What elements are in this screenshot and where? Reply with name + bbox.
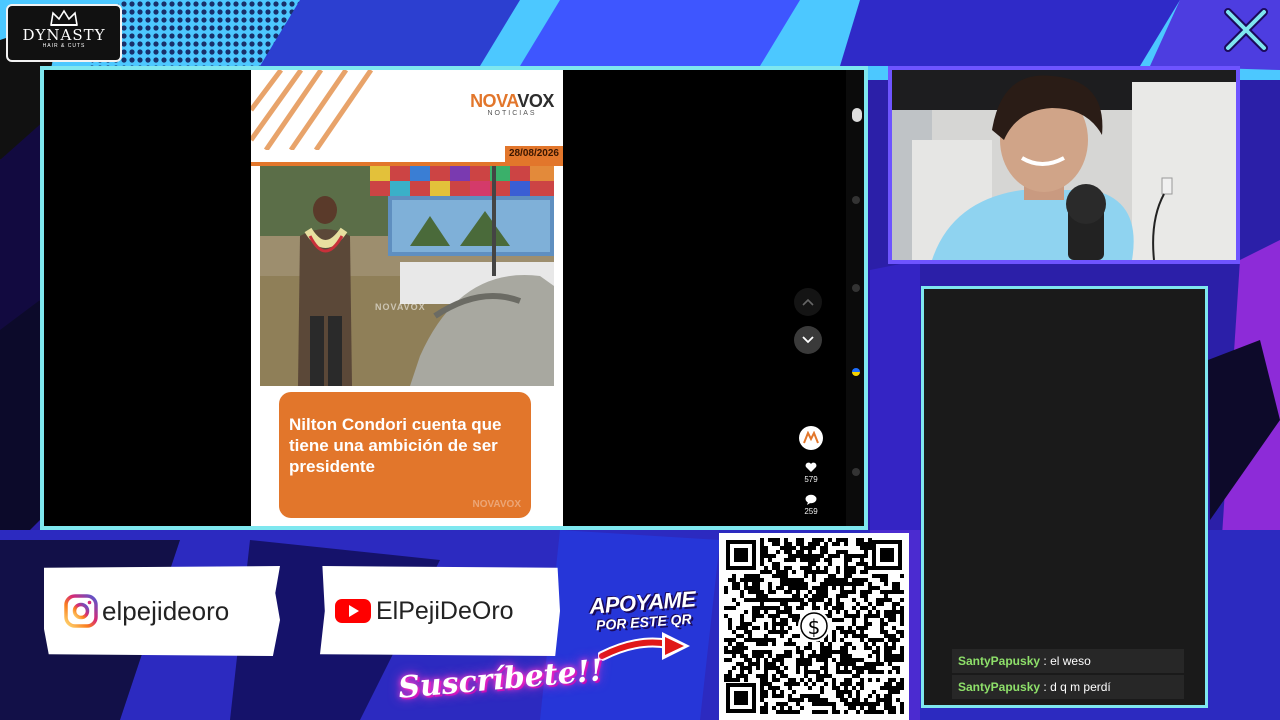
date-bar: 28/08/2026 — [251, 146, 563, 166]
date-badge: 28/08/2026 — [504, 146, 563, 162]
close-icon — [1224, 8, 1268, 52]
like-count: 579 — [804, 475, 818, 484]
instagram-icon — [64, 594, 98, 628]
instagram-handle: elpejideoro — [102, 595, 230, 626]
main-screen: NOVAVOX NOTICIAS 28/08/2026 NOVAVOX Nilt… — [40, 66, 868, 530]
webcam-image — [892, 70, 1236, 260]
novavox-avatar-icon — [803, 431, 819, 444]
chat-messages: SantyPapusky : el weso SantyPapusky : d … — [952, 647, 1184, 699]
logo-part-a: NOVA — [470, 91, 518, 111]
edge-marker — [852, 284, 860, 292]
brand-logo: DYNASTY HAIR & CUTS — [6, 4, 122, 62]
chat-message: SantyPapusky : d q m perdí — [952, 675, 1184, 699]
chat-username: SantyPapusky — [958, 654, 1041, 668]
webcam-feed — [888, 66, 1240, 264]
chevron-down-icon — [802, 336, 814, 344]
dollar-icon: $ — [798, 610, 830, 642]
chat-username: SantyPapusky — [958, 680, 1041, 694]
channel-avatar[interactable] — [799, 426, 823, 450]
brand-name: DYNASTY — [22, 26, 106, 44]
chat-text: el weso — [1050, 654, 1091, 668]
youtube-card: ElPejiDeOro — [320, 566, 560, 656]
chat-text: d q m perdí — [1050, 680, 1111, 694]
instagram-card: elpejideoro — [44, 566, 280, 656]
chat-panel: SantyPapusky : el weso SantyPapusky : d … — [921, 286, 1208, 708]
headline-text: Nilton Condori cuenta que tiene una ambi… — [289, 415, 502, 476]
like-stat[interactable]: 579 — [796, 462, 826, 484]
news-photo — [260, 166, 554, 386]
decor-stripes — [251, 70, 374, 150]
comment-icon — [805, 494, 817, 505]
youtube-icon — [335, 599, 371, 623]
logo-part-b: VOX — [517, 91, 554, 111]
qr-code[interactable]: $ — [719, 533, 909, 720]
video-post[interactable]: NOVAVOX NOTICIAS 28/08/2026 NOVAVOX Nilt… — [251, 70, 563, 526]
novavox-logo: NOVAVOX NOTICIAS — [456, 74, 563, 118]
chevron-up-icon — [802, 298, 814, 306]
chat-message: SantyPapusky : el weso — [952, 649, 1184, 673]
next-video-button[interactable] — [794, 326, 822, 354]
youtube-handle: ElPejiDeOro — [376, 596, 514, 625]
edge-marker — [852, 196, 860, 204]
scroll-strip — [846, 70, 864, 526]
comment-count: 259 — [804, 507, 818, 516]
comment-stat[interactable]: 259 — [796, 494, 826, 516]
svg-text:$: $ — [808, 615, 821, 639]
heart-icon — [805, 462, 817, 472]
edge-marker — [852, 468, 860, 476]
photo-watermark: NOVAVOX — [375, 302, 426, 312]
brand-tagline: HAIR & CUTS — [42, 43, 86, 49]
edge-marker — [852, 368, 860, 376]
headline-card: Nilton Condori cuenta que tiene una ambi… — [279, 392, 531, 518]
logo-subtitle: NOTICIAS — [487, 110, 537, 117]
edge-marker — [852, 108, 862, 122]
crown-icon — [50, 9, 78, 26]
previous-video-button[interactable] — [794, 288, 822, 316]
headline-watermark: NOVAVOX — [472, 499, 521, 510]
arrow-icon — [598, 632, 690, 661]
